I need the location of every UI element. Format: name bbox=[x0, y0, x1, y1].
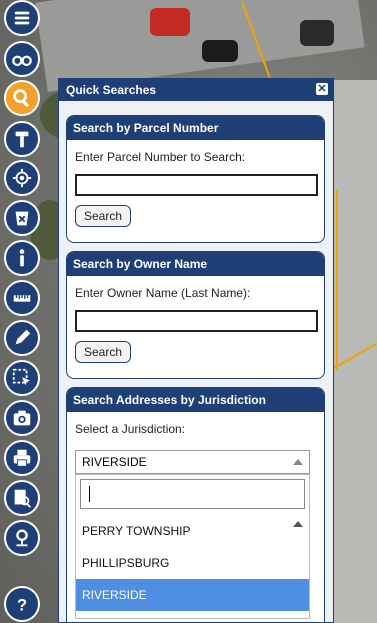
jurisdiction-search-section: Search Addresses by Jurisdiction Select … bbox=[66, 387, 325, 622]
selected-value: RIVERSIDE bbox=[82, 455, 147, 469]
pencil-icon[interactable] bbox=[4, 320, 40, 356]
text-caret bbox=[89, 486, 90, 502]
parcel-boundary bbox=[336, 190, 338, 370]
dropdown-option[interactable]: PERRY TOWNSHIP bbox=[76, 515, 309, 547]
chevron-up-icon bbox=[293, 459, 303, 465]
section-title: Search by Parcel Number bbox=[67, 116, 324, 140]
hammer-icon[interactable] bbox=[4, 121, 40, 157]
parcel-label: Enter Parcel Number to Search: bbox=[75, 150, 246, 164]
scroll-up-icon[interactable] bbox=[293, 521, 303, 527]
map-car bbox=[150, 8, 190, 36]
print-icon[interactable] bbox=[4, 440, 40, 476]
info-icon[interactable] bbox=[4, 240, 40, 276]
dropdown-search-input[interactable] bbox=[80, 479, 305, 509]
quick-searches-panel: Quick Searches ✕ Search by Parcel Number… bbox=[58, 78, 334, 623]
binoculars-icon[interactable] bbox=[4, 41, 40, 77]
jurisdiction-dropdown: PERRY TOWNSHIPPHILLIPSBURGRIVERSIDESPRIN… bbox=[75, 474, 310, 619]
dropdown-option[interactable]: RIVERSIDE bbox=[76, 579, 309, 611]
dropdown-option[interactable]: SPRINGBORO bbox=[76, 611, 309, 618]
map-car bbox=[300, 20, 334, 46]
camera-icon[interactable] bbox=[4, 400, 40, 436]
section-title: Search by Owner Name bbox=[67, 252, 324, 276]
parcel-search-button[interactable]: Search bbox=[75, 205, 132, 227]
parcel-search-section: Search by Parcel Number Enter Parcel Num… bbox=[66, 115, 325, 243]
svg-text:?: ? bbox=[17, 596, 27, 614]
owner-label: Enter Owner Name (Last Name): bbox=[75, 286, 251, 300]
owner-name-input[interactable] bbox=[75, 310, 318, 332]
map-car bbox=[202, 40, 238, 62]
query-icon[interactable] bbox=[4, 480, 40, 516]
dropdown-option[interactable]: PHILLIPSBURG bbox=[76, 547, 309, 579]
parcel-number-input[interactable] bbox=[75, 174, 318, 196]
dropdown-options: PERRY TOWNSHIPPHILLIPSBURGRIVERSIDESPRIN… bbox=[76, 515, 309, 618]
clear-icon[interactable] bbox=[4, 200, 40, 236]
section-title: Search Addresses by Jurisdiction bbox=[67, 388, 324, 412]
search-icon[interactable] bbox=[4, 80, 40, 116]
location-pin-icon[interactable] bbox=[4, 520, 40, 556]
close-icon[interactable]: ✕ bbox=[316, 83, 328, 95]
panel-header: Quick Searches ✕ bbox=[59, 79, 333, 101]
jurisdiction-label: Select a Jurisdiction: bbox=[75, 422, 186, 436]
panel-body: Search by Parcel Number Enter Parcel Num… bbox=[59, 101, 333, 622]
jurisdiction-select[interactable]: RIVERSIDE bbox=[75, 450, 310, 474]
measure-icon[interactable] bbox=[4, 280, 40, 316]
menu-icon[interactable] bbox=[4, 0, 40, 36]
select-icon[interactable] bbox=[4, 360, 40, 396]
owner-search-section: Search by Owner Name Enter Owner Name (L… bbox=[66, 251, 325, 379]
locate-icon[interactable] bbox=[4, 160, 40, 196]
owner-search-button[interactable]: Search bbox=[75, 341, 132, 363]
panel-title: Quick Searches bbox=[66, 83, 157, 97]
help-icon[interactable]: ? bbox=[4, 586, 40, 622]
